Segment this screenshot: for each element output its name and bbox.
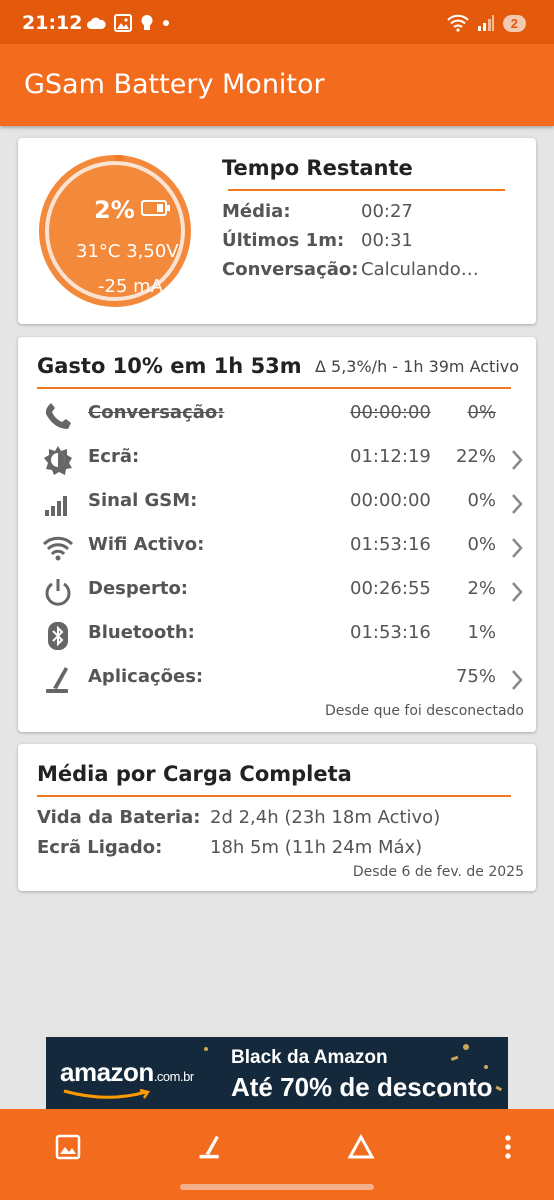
delta-button[interactable]	[341, 1127, 381, 1167]
app-title: GSam Battery Monitor	[24, 69, 325, 100]
chevron-right-icon	[512, 670, 523, 690]
ultimos-value: 00:31	[361, 230, 413, 251]
chevron-right-icon	[512, 494, 523, 514]
gallery-icon	[114, 14, 132, 32]
ad-brand: amazon.com.br	[60, 1057, 194, 1088]
wifi-icon	[42, 536, 74, 561]
ecra-ligado-value: 18h 5m (11h 24m Máx)	[210, 837, 423, 858]
usage-percent: 75%	[455, 666, 496, 687]
usage-row-conversacao: Conversação: 00:00:00 0%	[18, 394, 536, 438]
usage-label: Wifi Activo:	[88, 534, 205, 555]
media-label: Média:	[222, 201, 291, 222]
usage-row-bluetooth: Bluetooth: 01:53:16 1%	[18, 614, 536, 658]
ad-subheadline: Até 70% de desconto	[231, 1072, 493, 1102]
usage-percent: 0%	[467, 490, 496, 511]
amazon-smile-icon	[63, 1089, 151, 1099]
usage-percent: 0%	[467, 534, 496, 555]
usage-row-aplicacoes[interactable]: Aplicações: 75%	[18, 658, 536, 702]
wifi-icon	[447, 14, 469, 32]
media-carga-rule	[37, 795, 511, 797]
usage-label: Aplicações:	[88, 666, 204, 687]
battery-current: -25 mA	[98, 276, 163, 297]
usage-time: 00:00:00	[350, 402, 431, 423]
vida-bateria-value: 2d 2,4h (23h 18m Activo)	[210, 807, 441, 828]
app-bar: GSam Battery Monitor	[0, 44, 554, 126]
phone-icon	[45, 403, 71, 429]
delta-icon	[347, 1134, 375, 1159]
bluetooth-icon	[48, 622, 68, 650]
chevron-right-icon	[512, 450, 523, 470]
usage-percent: 1%	[467, 622, 496, 643]
usage-row-ecra[interactable]: Ecrã: 01:12:19 22%	[18, 438, 536, 482]
usage-time: 00:26:55	[350, 578, 431, 599]
apps-icon	[199, 1135, 219, 1159]
apps-button[interactable]	[190, 1127, 230, 1167]
image-button[interactable]	[48, 1127, 88, 1167]
signal-bars-icon	[45, 496, 67, 516]
average-charge-card: Média por Carga Completa Vida da Bateria…	[18, 744, 536, 891]
conversacao-value: Calculando…	[361, 259, 479, 280]
usage-time: 01:53:16	[350, 622, 431, 643]
media-carga-title: Média por Carga Completa	[37, 762, 352, 786]
vida-bateria-label: Vida da Bateria:	[37, 807, 201, 828]
ad-banner[interactable]: amazon.com.br Black da Amazon Até 70% de…	[46, 1037, 508, 1109]
ultimos-label: Últimos 1m:	[222, 230, 345, 251]
battery-temp-voltage: 31°C 3,50V	[76, 241, 179, 262]
battery-gauge[interactable]: 2% 31°C 3,50V -25 mA	[36, 152, 194, 310]
ecra-ligado-label: Ecrã Ligado:	[37, 837, 163, 858]
chevron-right-icon	[512, 582, 523, 602]
usage-label: Bluetooth:	[88, 622, 195, 643]
ad-headline: Black da Amazon	[231, 1047, 388, 1068]
dot-icon	[163, 20, 169, 26]
gesture-nav-handle[interactable]	[180, 1184, 374, 1190]
ad-brand-suffix: .com.br	[153, 1069, 194, 1084]
conversacao-label: Conversação:	[222, 259, 359, 280]
usage-label: Desperto:	[88, 578, 189, 599]
more-menu-button[interactable]	[488, 1127, 528, 1167]
usage-label: Conversação:	[88, 402, 225, 423]
media-value: 00:27	[361, 201, 413, 222]
more-vert-icon	[505, 1135, 511, 1159]
screen-brightness-icon	[44, 446, 72, 475]
media-carga-footer: Desde 6 de fev. de 2025	[352, 864, 524, 880]
usage-time: 00:00:00	[350, 490, 431, 511]
usage-percent: 2%	[467, 578, 496, 599]
usage-row-sinal-gsm[interactable]: Sinal GSM: 00:00:00 0%	[18, 482, 536, 526]
usage-time: 01:12:19	[350, 446, 431, 467]
signal-icon	[477, 15, 494, 31]
status-system-icons: 2	[447, 14, 526, 32]
usage-percent: 0%	[467, 402, 496, 423]
usage-label: Ecrã:	[88, 446, 140, 467]
status-notification-icons	[86, 14, 170, 32]
battery-percent: 2%	[94, 196, 135, 224]
notification-badge: 2	[502, 14, 526, 32]
usage-row-wifi[interactable]: Wifi Activo: 01:53:16 0%	[18, 526, 536, 570]
usage-time: 01:53:16	[350, 534, 431, 555]
bulb-icon	[141, 15, 153, 30]
image-icon	[55, 1134, 81, 1160]
gasto-rule	[37, 387, 511, 389]
usage-row-desperto[interactable]: Desperto: 00:26:55 2%	[18, 570, 536, 614]
gasto-footer: Desde que foi desconectado	[324, 703, 524, 719]
battery-overview-card: 2% 31°C 3,50V -25 mA Tempo Restante Médi…	[18, 138, 536, 324]
apps-icon	[46, 667, 68, 693]
usage-card: Gasto 10% em 1h 53m Δ 5,3%/h - 1h 39m Ac…	[18, 337, 536, 732]
cloud-icon	[87, 17, 106, 29]
power-icon	[45, 579, 71, 606]
tempo-restante-title: Tempo Restante	[222, 156, 413, 180]
usage-percent: 22%	[455, 446, 496, 467]
chevron-right-icon	[512, 538, 523, 558]
status-bar: 21:12 2	[0, 0, 554, 44]
usage-label: Sinal GSM:	[88, 490, 198, 511]
gasto-title: Gasto 10% em 1h 53m	[37, 354, 302, 378]
tempo-restante-rule	[228, 189, 505, 191]
gasto-delta: Δ 5,3%/h - 1h 39m Activo	[315, 357, 520, 376]
battery-icon	[141, 200, 170, 216]
ad-brand-name: amazon	[60, 1057, 154, 1087]
status-time: 21:12	[22, 12, 83, 34]
